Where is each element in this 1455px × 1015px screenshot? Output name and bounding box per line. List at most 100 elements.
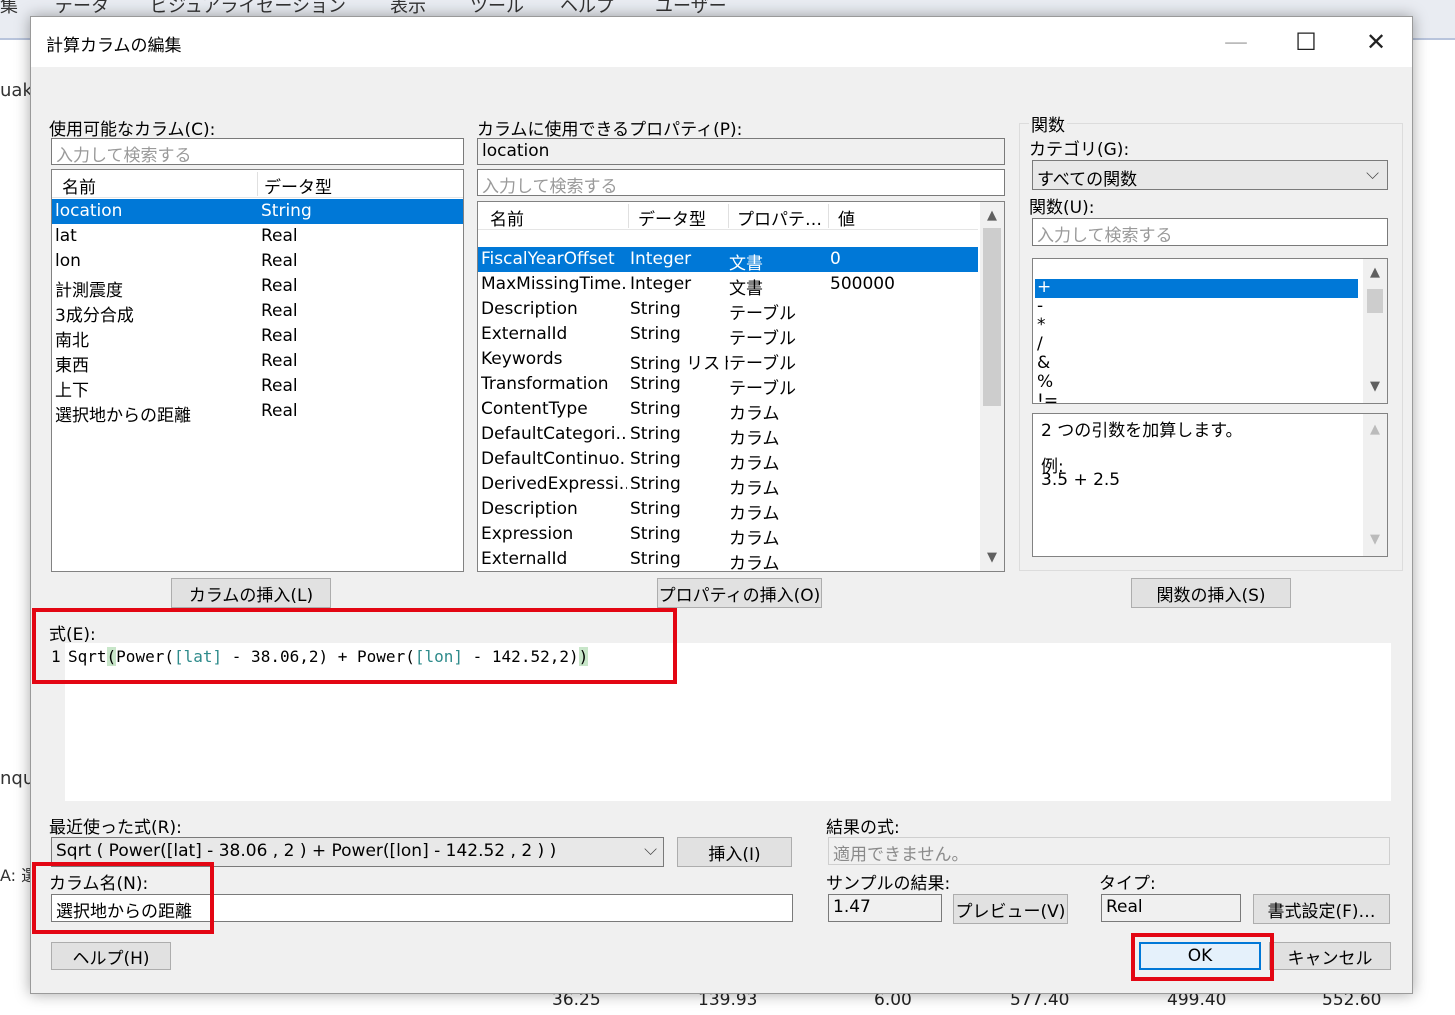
function-list[interactable]: + - * / &% != ▲ ▼ [1032,258,1388,404]
properties-search-input[interactable]: 入力して検索する [477,169,1005,196]
table-row[interactable]: ContentType String カラム [478,397,978,424]
scroll-down-icon[interactable]: ▼ [1366,532,1384,547]
menu-edit[interactable]: 集 [0,0,18,18]
properties-header-name[interactable]: 名前 [490,205,524,230]
result-label: 結果の式: [826,818,900,838]
table-row[interactable]: location String [52,199,463,224]
columns-search-input[interactable]: 入力して検索する [51,138,464,165]
properties-column-field: location [477,138,1005,165]
list-item[interactable]: - [1035,296,1358,317]
scroll-down-icon[interactable]: ▼ [983,550,1001,565]
properties-header-type[interactable]: データ型 [638,205,706,230]
sample-result-label: サンプルの結果: [826,874,951,894]
maximize-button[interactable]: ☐ [1271,17,1341,67]
function-scrollbar[interactable]: ▲ ▼ [1363,259,1387,403]
property-name-cell: DerivedExpressi… [481,474,627,494]
close-button[interactable]: ✕ [1341,17,1411,67]
scroll-up-icon[interactable]: ▲ [1366,422,1384,437]
category-select[interactable]: すべての関数 ⌵ [1032,160,1388,190]
column-type-cell: String [261,201,312,221]
preview-button[interactable]: プレビュー(V) [953,894,1068,924]
columns-search-placeholder: 入力して検索する [56,146,192,165]
property-name-cell: ContentType [481,399,588,419]
table-row[interactable]: MaxMissingTime… Integer 文書 500000 [478,272,978,299]
highlight-box-ok [1131,933,1274,981]
table-row[interactable]: Transformation String テーブル [478,372,978,399]
property-prop-cell: テーブル [729,329,796,349]
columns-list[interactable]: 名前 データ型 location String lat Real lon Real 計測震度… [51,169,464,572]
format-settings-button[interactable]: 書式設定(F)… [1253,894,1390,924]
list-item[interactable]: + [1035,277,1358,298]
property-prop-cell: カラム [729,404,780,424]
list-item[interactable]: != [1035,391,1358,403]
scroll-up-icon[interactable]: ▲ [983,208,1001,223]
function-item-label: + [1037,277,1052,297]
table-row[interactable]: DefaultContinuo… String カラム [478,447,978,474]
category-label: カテゴリ(G): [1029,140,1130,160]
table-row[interactable]: 3成分合成 Real [52,299,463,326]
description-scrollbar[interactable]: ▲ ▼ [1363,414,1387,556]
function-search-input[interactable]: 入力して検索する [1032,218,1388,246]
columns-header-type[interactable]: データ型 [264,173,332,198]
property-type-cell: String [630,499,681,519]
property-value-cell: 500000 [830,274,895,294]
scroll-down-icon[interactable]: ▼ [1366,379,1384,394]
recent-label: 最近使った式(R): [49,818,182,838]
properties-header-value[interactable]: 値 [838,205,855,230]
type-field: Real [1101,894,1241,922]
insert-function-button[interactable]: 関数の挿入(S) [1131,578,1291,608]
property-name-cell: DefaultContinuo… [481,449,627,469]
column-type-cell: Real [261,401,298,421]
column-type-cell: Real [261,276,298,296]
table-row[interactable]: 上下 Real [52,374,463,401]
property-type-cell: String [630,549,681,569]
scroll-thumb[interactable] [1367,289,1383,313]
table-row[interactable]: Description String テーブル [478,297,978,324]
table-row[interactable]: 東西 Real [52,349,463,376]
scroll-thumb[interactable] [983,228,1001,406]
property-name-cell: Transformation [481,374,609,394]
insert-property-button[interactable]: プロパティの挿入(O) [657,578,822,608]
column-name-cell: 選択地からの距離 [55,406,191,426]
column-name-cell: location [55,201,123,221]
properties-scrollbar[interactable]: ▲ ▼ [980,202,1004,571]
cancel-button[interactable]: キャンセル [1269,942,1391,970]
table-row[interactable]: 選択地からの距離 Real [52,399,463,426]
insert-recent-button[interactable]: 挿入(I) [677,837,792,867]
list-item[interactable]: * [1035,315,1358,336]
table-row[interactable]: Expression String カラム [478,522,978,549]
function-description: 2 つの引数を加算します。 [1041,421,1243,441]
table-row[interactable]: DefaultCategori… String カラム [478,422,978,449]
property-prop-cell: テーブル [729,304,796,324]
property-type-cell: String [630,424,681,444]
table-row[interactable]: lon Real [52,249,463,274]
properties-list-header: 名前 データ型 プロパテ… 値 [478,202,978,230]
column-name-cell: 南北 [55,331,89,351]
property-name-cell: Expression [481,524,574,544]
list-item[interactable]: & [1035,353,1358,374]
table-row[interactable]: DerivedExpressi… String カラム [478,472,978,499]
scroll-up-icon[interactable]: ▲ [1366,265,1384,280]
properties-header-property[interactable]: プロパテ… [737,205,822,230]
table-row[interactable]: 計測震度 Real [52,274,463,301]
table-row[interactable]: Keywords String リスト テーブル [478,347,978,374]
dialog-title: 計算カラムの編集 [46,36,182,56]
edit-calculated-column-dialog: 計算カラムの編集 — ☐ ✕ 使用可能なカラム(C): 入力して検索する 名前 … [30,16,1413,994]
insert-column-button[interactable]: カラムの挿入(L) [171,578,331,608]
table-row[interactable]: 南北 Real [52,324,463,351]
list-item[interactable]: % [1035,372,1358,393]
chevron-down-icon: ⌵ [640,840,657,860]
function-item-label: * [1037,315,1046,335]
table-row[interactable]: ExternalId String カラム [478,547,978,571]
help-button[interactable]: ヘルプ(H) [51,942,171,970]
property-name-cell: ExternalId [481,549,568,569]
table-row[interactable]: FiscalYearOffset Integer 文書 0 [478,247,978,274]
list-item[interactable]: / [1035,334,1358,355]
dialog-title-bar[interactable]: 計算カラムの編集 — ☐ ✕ [31,17,1412,67]
columns-header-name[interactable]: 名前 [62,173,96,198]
minimize-button[interactable]: — [1201,17,1271,67]
properties-list[interactable]: 名前 データ型 プロパテ… 値 FiscalYearOffset Integer 文… [477,201,1005,572]
table-row[interactable]: lat Real [52,224,463,249]
table-row[interactable]: ExternalId String テーブル [478,322,978,349]
table-row[interactable]: Description String カラム [478,497,978,524]
